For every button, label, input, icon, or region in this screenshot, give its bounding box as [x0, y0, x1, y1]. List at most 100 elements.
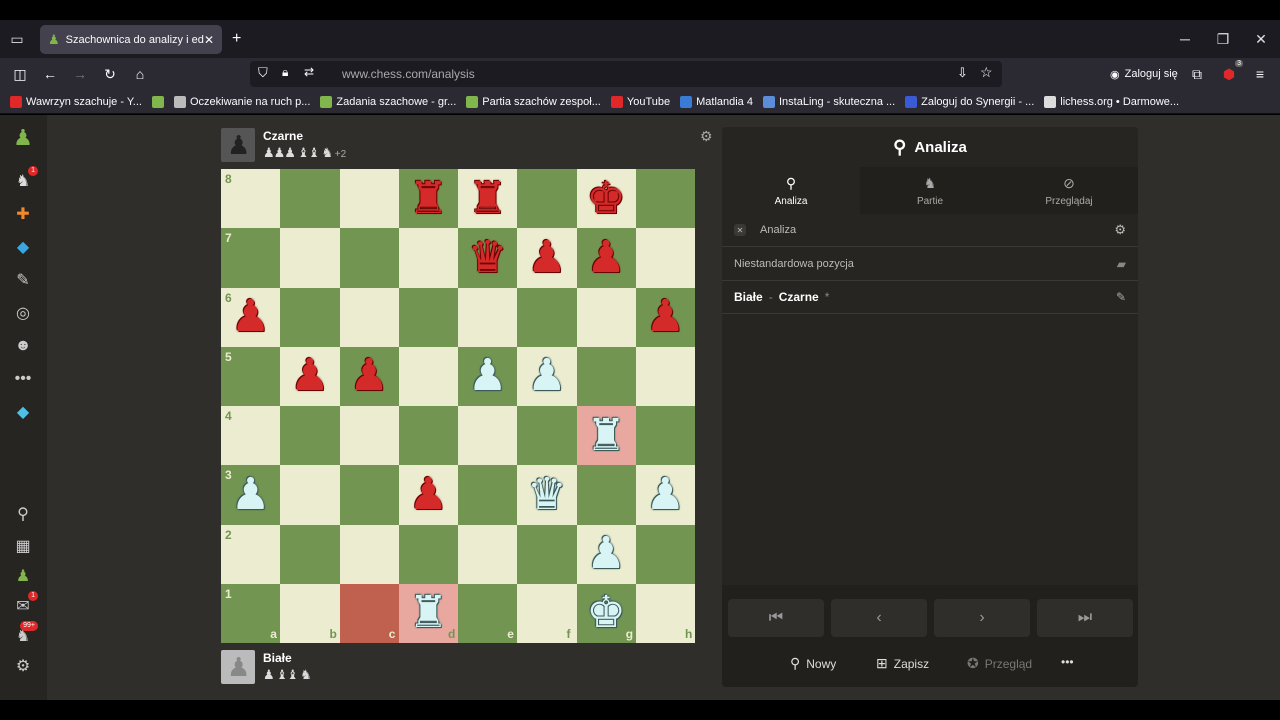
diamond-icon[interactable]: ◆: [12, 401, 34, 423]
tab-games[interactable]: ♞ Partie: [861, 167, 999, 214]
square-c6[interactable]: [339, 287, 399, 347]
black-pawn-icon[interactable]: ♟: [221, 288, 280, 347]
square-d7[interactable]: [398, 228, 458, 288]
social-icon[interactable]: ☻: [12, 335, 34, 357]
bookmark-item[interactable]: YouTube: [610, 95, 670, 108]
bookmark-star-icon[interactable]: ☆: [980, 64, 993, 81]
engine-settings-icon[interactable]: ⚙: [1114, 222, 1126, 238]
white-king-icon[interactable]: ♚: [577, 584, 636, 643]
black-pawn-icon[interactable]: ♟: [280, 347, 339, 406]
new-button[interactable]: ⚲ Nowy: [790, 655, 836, 672]
square-b3[interactable]: [280, 465, 340, 525]
black-pawn-icon[interactable]: ♟: [399, 465, 458, 524]
more-icon[interactable]: •••: [12, 368, 34, 390]
reload-icon[interactable]: ↻: [100, 64, 120, 84]
black-pawn-icon[interactable]: ♟: [636, 288, 695, 347]
white-pawn-icon[interactable]: ♟: [577, 525, 636, 584]
news-icon[interactable]: ◎: [12, 302, 34, 324]
chess-logo-icon[interactable]: ♟: [12, 125, 34, 150]
first-move-button[interactable]: ⏮: [728, 599, 824, 637]
white-pawn-icon[interactable]: ♟: [636, 465, 695, 524]
chess-board[interactable]: 8 7 6 5 4 3 2 1 a b c d e f g h ♜ ♜ ♚ ♛ ♟ ♟ ♟ ♟ ♟ ♟ ♟ ♟ ♜ ♟ ♟ ♛ ♟ ♟ ♜ ♚: [221, 169, 695, 643]
friends-icon[interactable]: ♟: [12, 565, 34, 587]
bookmark-item[interactable]: Zadania szachowe - gr...: [320, 95, 456, 108]
shield-icon[interactable]: ⛉: [258, 65, 268, 81]
square-e4[interactable]: [458, 406, 518, 466]
bookmark-item[interactable]: [151, 95, 164, 108]
square-b2[interactable]: [280, 524, 340, 584]
square-b8[interactable]: [280, 169, 340, 229]
review-button[interactable]: ✪ Przegląd: [967, 655, 1032, 672]
new-tab-icon[interactable]: +: [232, 30, 241, 48]
white-pawn-icon[interactable]: ♟: [221, 465, 280, 524]
square-c8[interactable]: [339, 169, 399, 229]
bookmark-item[interactable]: InstaLing - skuteczna ...: [762, 95, 895, 108]
browser-tab-active[interactable]: ♟ Szachownica do analizy i edytor ✕: [40, 25, 222, 54]
square-c7[interactable]: [339, 228, 399, 288]
lock-icon[interactable]: 🔒︎: [282, 65, 288, 80]
home-icon[interactable]: ⌂: [130, 64, 150, 84]
square-e2[interactable]: [458, 524, 518, 584]
white-rook-icon[interactable]: ♜: [399, 584, 458, 643]
close-tab-icon[interactable]: ✕: [204, 33, 214, 47]
square-f4[interactable]: [517, 406, 577, 466]
square-e6[interactable]: [458, 287, 518, 347]
menu-icon[interactable]: ≡: [1250, 64, 1270, 84]
square-f6[interactable]: [517, 287, 577, 347]
bookmark-item[interactable]: Wawrzyn szachuje - Y...: [10, 95, 142, 108]
bookmark-item[interactable]: Matlandia 4: [680, 95, 753, 108]
square-c3[interactable]: [339, 465, 399, 525]
square-g3[interactable]: [576, 465, 636, 525]
bookmark-item[interactable]: lichess.org • Darmowe...: [1044, 95, 1179, 108]
square-d6[interactable]: [398, 287, 458, 347]
edit-pencil-icon[interactable]: ✎: [1116, 290, 1126, 304]
black-pawn-icon[interactable]: ♟: [577, 228, 636, 287]
puzzles-icon[interactable]: ✚: [12, 203, 34, 225]
forward-icon[interactable]: →: [70, 64, 90, 84]
square-h2[interactable]: [635, 524, 695, 584]
profile-icon[interactable]: ▦: [12, 535, 34, 557]
square-b4[interactable]: [280, 406, 340, 466]
back-icon[interactable]: ←: [40, 64, 60, 84]
next-move-button[interactable]: ›: [934, 599, 1030, 637]
bookmark-item[interactable]: Partia szachów zespoł...: [466, 95, 601, 108]
notifications-icon[interactable]: ♞ 99+: [12, 621, 38, 647]
search-icon[interactable]: ⚲: [12, 503, 34, 525]
square-d2[interactable]: [398, 524, 458, 584]
square-d5[interactable]: [398, 346, 458, 406]
watch-icon[interactable]: ✎: [12, 269, 34, 291]
square-f8[interactable]: [517, 169, 577, 229]
analysis-toggle[interactable]: ✕: [734, 224, 746, 236]
white-queen-icon[interactable]: ♛: [517, 465, 576, 524]
square-d4[interactable]: [398, 406, 458, 466]
book-icon[interactable]: ▰: [1117, 257, 1126, 271]
square-f2[interactable]: [517, 524, 577, 584]
extensions-icon[interactable]: ⧉: [1187, 64, 1207, 84]
save-button[interactable]: ⊞ Zapisz: [876, 655, 929, 672]
board-settings-icon[interactable]: ⚙: [700, 128, 713, 145]
bookmark-item[interactable]: Oczekiwanie na ruch p...: [173, 95, 310, 108]
white-pawn-icon[interactable]: ♟: [458, 347, 517, 406]
black-rook-icon[interactable]: ♜: [399, 169, 458, 228]
bookmark-item[interactable]: Zaloguj do Synergii - ...: [905, 95, 1034, 108]
messages-icon[interactable]: ✉ 1: [12, 591, 38, 617]
login-button[interactable]: ◉ Zaloguj się: [1104, 61, 1184, 87]
close-window-icon[interactable]: ✕: [1249, 28, 1273, 50]
square-h4[interactable]: [635, 406, 695, 466]
tab-list-icon[interactable]: ▭: [5, 28, 29, 50]
install-app-icon[interactable]: ⇩: [957, 65, 968, 81]
play-icon[interactable]: ♞ 1: [12, 166, 38, 192]
url-bar[interactable]: ⛉ 🔒︎ ⇄ www.chess.com/analysis ⇩ ☆: [250, 61, 1002, 87]
black-king-icon[interactable]: ♚: [577, 169, 636, 228]
tab-analysis[interactable]: ⚲ Analiza: [722, 167, 860, 214]
restore-icon[interactable]: ❐: [1211, 28, 1235, 50]
square-g6[interactable]: [576, 287, 636, 347]
black-pawn-icon[interactable]: ♟: [517, 228, 576, 287]
sidebar-toggle-icon[interactable]: ◫: [10, 64, 30, 84]
black-rook-icon[interactable]: ♜: [458, 169, 517, 228]
last-move-button[interactable]: ⏭: [1037, 599, 1133, 637]
square-b6[interactable]: [280, 287, 340, 347]
square-h8[interactable]: [635, 169, 695, 229]
ublock-icon[interactable]: ⬢ 3: [1219, 60, 1243, 84]
learn-icon[interactable]: ◆: [12, 236, 34, 258]
